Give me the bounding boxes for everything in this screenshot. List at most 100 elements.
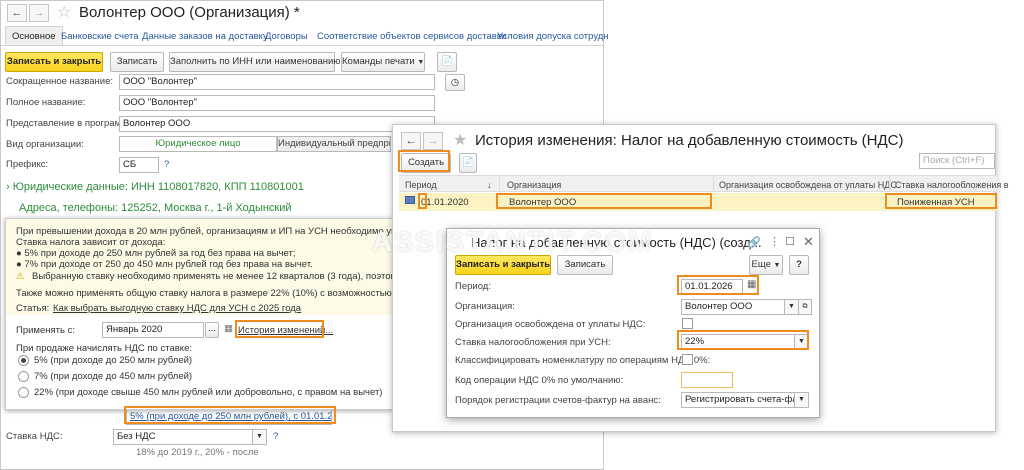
history-back-button[interactable]: ← bbox=[401, 132, 421, 150]
more-vert-icon[interactable]: ⋮ bbox=[769, 235, 780, 248]
order-field[interactable]: Регистрировать счета-факту bbox=[681, 392, 795, 408]
print-commands-button[interactable]: Команды печати ▼ bbox=[341, 52, 425, 72]
row-rate: Пониженная УСН bbox=[897, 197, 975, 208]
vat-rate-dropdown[interactable]: ▼ bbox=[253, 429, 267, 445]
code-label: Код операции НДС 0% по умолчанию: bbox=[455, 375, 624, 386]
rate-7-label: 7% (при доходе до 450 млн рублей) bbox=[34, 371, 193, 382]
rate-field[interactable]: 22% bbox=[681, 334, 795, 350]
popup-also: Также можно применять общую ставку налог… bbox=[16, 288, 436, 299]
vat-rate-label: Ставка НДС: bbox=[6, 431, 63, 442]
rate-dropdown[interactable]: ▼ bbox=[795, 334, 809, 350]
vat-dialog: Налог на добавленную стоимость (НДС) (со… bbox=[446, 228, 820, 418]
maximize-icon[interactable]: ☐ bbox=[785, 235, 795, 248]
code-field[interactable] bbox=[681, 372, 733, 388]
period-label: Период: bbox=[455, 281, 491, 292]
order-dropdown[interactable]: ▼ bbox=[795, 392, 809, 408]
vat-info-popup: При превышении дохода в 20 млн рублей, о… bbox=[5, 218, 436, 410]
calendar-icon[interactable]: ▦ bbox=[747, 279, 756, 290]
prefix-help-icon[interactable]: ? bbox=[164, 159, 169, 170]
org-open-icon[interactable]: ⧉ bbox=[798, 299, 812, 315]
history-search-field[interactable]: Поиск (Ctrl+F) bbox=[919, 153, 995, 169]
popup-warning: Выбранную ставку необходимо применять не… bbox=[32, 271, 431, 282]
rate-label: Ставка налогообложения при УСН: bbox=[455, 337, 611, 348]
col-exempt[interactable]: Организация освобождена от уплаты НДС bbox=[719, 180, 897, 190]
col-period[interactable]: Период bbox=[405, 180, 437, 190]
sort-down-icon: ↓ bbox=[487, 180, 492, 190]
history-attachment-icon[interactable]: 📄 bbox=[459, 153, 477, 173]
vat-help-icon[interactable]: ? bbox=[273, 431, 278, 442]
vat-save-and-close-button[interactable]: Записать и закрыть bbox=[455, 255, 551, 275]
tab-main[interactable]: Основное bbox=[5, 26, 63, 46]
history-forward-button[interactable]: → bbox=[423, 132, 443, 150]
apply-from-field[interactable]: Январь 2020 bbox=[102, 322, 204, 338]
col-sep-1 bbox=[499, 176, 500, 192]
history-favorite-star-icon[interactable]: ★ bbox=[453, 133, 467, 149]
classify-checkbox[interactable] bbox=[682, 354, 693, 365]
representation-field[interactable]: Волонтер ООО bbox=[119, 116, 435, 132]
tab-delivery-services[interactable]: Соответствие объектов сервисов доставки bbox=[317, 31, 506, 42]
order-label: Порядок регистрации счетов-фактур на ава… bbox=[455, 395, 661, 406]
address-section[interactable]: Адреса, телефоны: 125252, Москва г., 1-й… bbox=[19, 202, 292, 214]
forward-button[interactable]: → bbox=[29, 4, 49, 22]
history-clock-icon[interactable]: ◷ bbox=[445, 74, 465, 91]
save-button[interactable]: Записать bbox=[110, 52, 164, 72]
window-title: Волонтер ООО (Организация) * bbox=[79, 4, 300, 21]
rate-5-label: 5% (при доходе до 250 млн рублей) bbox=[34, 355, 193, 366]
link-icon[interactable]: 🔗 bbox=[747, 236, 761, 249]
warning-icon: ⚠ bbox=[16, 271, 25, 282]
favorite-star-icon[interactable]: ☆ bbox=[57, 5, 71, 21]
table-row[interactable]: 01.01.2020 Волонтер ООО Пониженная УСН bbox=[399, 193, 997, 211]
history-window-title: История изменения: Налог на добавленную … bbox=[475, 132, 904, 149]
rate-7-radio[interactable] bbox=[18, 371, 29, 382]
col-organization[interactable]: Организация bbox=[507, 180, 561, 190]
save-and-close-button[interactable]: Записать и закрыть bbox=[5, 52, 103, 72]
more-button[interactable]: Еще ▼ bbox=[749, 255, 783, 275]
create-button[interactable]: Создать bbox=[401, 153, 451, 173]
org-kind-legal-toggle[interactable]: Юридическое лицо bbox=[119, 136, 277, 152]
fill-by-inn-button[interactable]: Заполнить по ИНН или наименованию bbox=[169, 52, 340, 72]
full-name-label: Полное название: bbox=[6, 97, 86, 108]
org-kind-ip-toggle[interactable]: Индивидуальный предпри bbox=[277, 136, 391, 152]
apply-from-select-button[interactable]: ... bbox=[205, 322, 219, 338]
tab-employee-access[interactable]: Условия допуска сотрудн bbox=[497, 31, 609, 42]
history-link[interactable]: История изменений... bbox=[238, 325, 333, 336]
short-name-label: Сокращенное название: bbox=[6, 76, 114, 87]
calendar-icon[interactable]: ▦ bbox=[224, 323, 233, 334]
history-table-header: Период ↓ Организация Организация освобож… bbox=[399, 176, 1009, 192]
tab-delivery-orders[interactable]: Данные заказов на доставку bbox=[142, 31, 268, 42]
short-name-field[interactable]: ООО "Волонтер" bbox=[119, 74, 435, 90]
record-icon bbox=[405, 196, 415, 204]
exempt-label: Организация освобождена от уплаты НДС: bbox=[455, 319, 646, 330]
article-link[interactable]: Как выбрать выгодную ставку НДС для УСН … bbox=[53, 303, 301, 314]
vat-dialog-title: Налог на добавленную стоимость (НДС) (со… bbox=[471, 235, 762, 250]
org-label: Организация: bbox=[455, 301, 515, 312]
col-rate[interactable]: Ставка налогообложения в bbox=[895, 180, 1009, 190]
close-icon[interactable]: ✕ bbox=[803, 234, 814, 250]
tab-bank-accounts[interactable]: Банковские счета bbox=[61, 31, 138, 42]
vat-rate-field[interactable]: Без НДС bbox=[113, 429, 253, 445]
more-label: Еще bbox=[751, 259, 771, 270]
vat-rate-link[interactable]: 5% (при доходе до 250 млн рублей), с 01.… bbox=[130, 411, 331, 422]
org-kind-label: Вид организации: bbox=[6, 139, 84, 150]
exempt-checkbox[interactable] bbox=[682, 318, 693, 329]
rate-5-radio[interactable] bbox=[18, 355, 29, 366]
vat-help-button[interactable]: ? bbox=[789, 255, 809, 275]
full-name-field[interactable]: ООО "Волонтер" bbox=[119, 95, 435, 111]
article-label: Статья: bbox=[16, 303, 50, 314]
back-button[interactable]: ← bbox=[7, 4, 27, 22]
period-field[interactable]: 01.01.2026 bbox=[681, 279, 743, 295]
org-dropdown[interactable]: ▼ bbox=[785, 299, 799, 315]
rate-22-radio[interactable] bbox=[18, 387, 29, 398]
legal-data-section[interactable]: › Юридические данные: ИНН 1108017820, КП… bbox=[6, 181, 304, 193]
row-organization: Волонтер ООО bbox=[509, 197, 577, 208]
popup-line-4: ● 7% при доходе от 250 до 450 млн рублей… bbox=[16, 259, 313, 270]
vat-link-field[interactable]: 5% (при доходе до 250 млн рублей), с 01.… bbox=[126, 409, 332, 425]
print-commands-label: Команды печати bbox=[342, 56, 415, 67]
representation-label: Представление в программе: bbox=[6, 118, 136, 129]
prefix-field[interactable]: СБ bbox=[119, 157, 159, 173]
org-field[interactable]: Волонтер ООО bbox=[681, 299, 785, 315]
tab-contracts[interactable]: Договоры bbox=[265, 31, 308, 42]
vat-save-button[interactable]: Записать bbox=[557, 255, 613, 275]
attachment-icon[interactable]: 📄 bbox=[437, 52, 457, 72]
more-chevron-icon: ▼ bbox=[773, 262, 781, 269]
